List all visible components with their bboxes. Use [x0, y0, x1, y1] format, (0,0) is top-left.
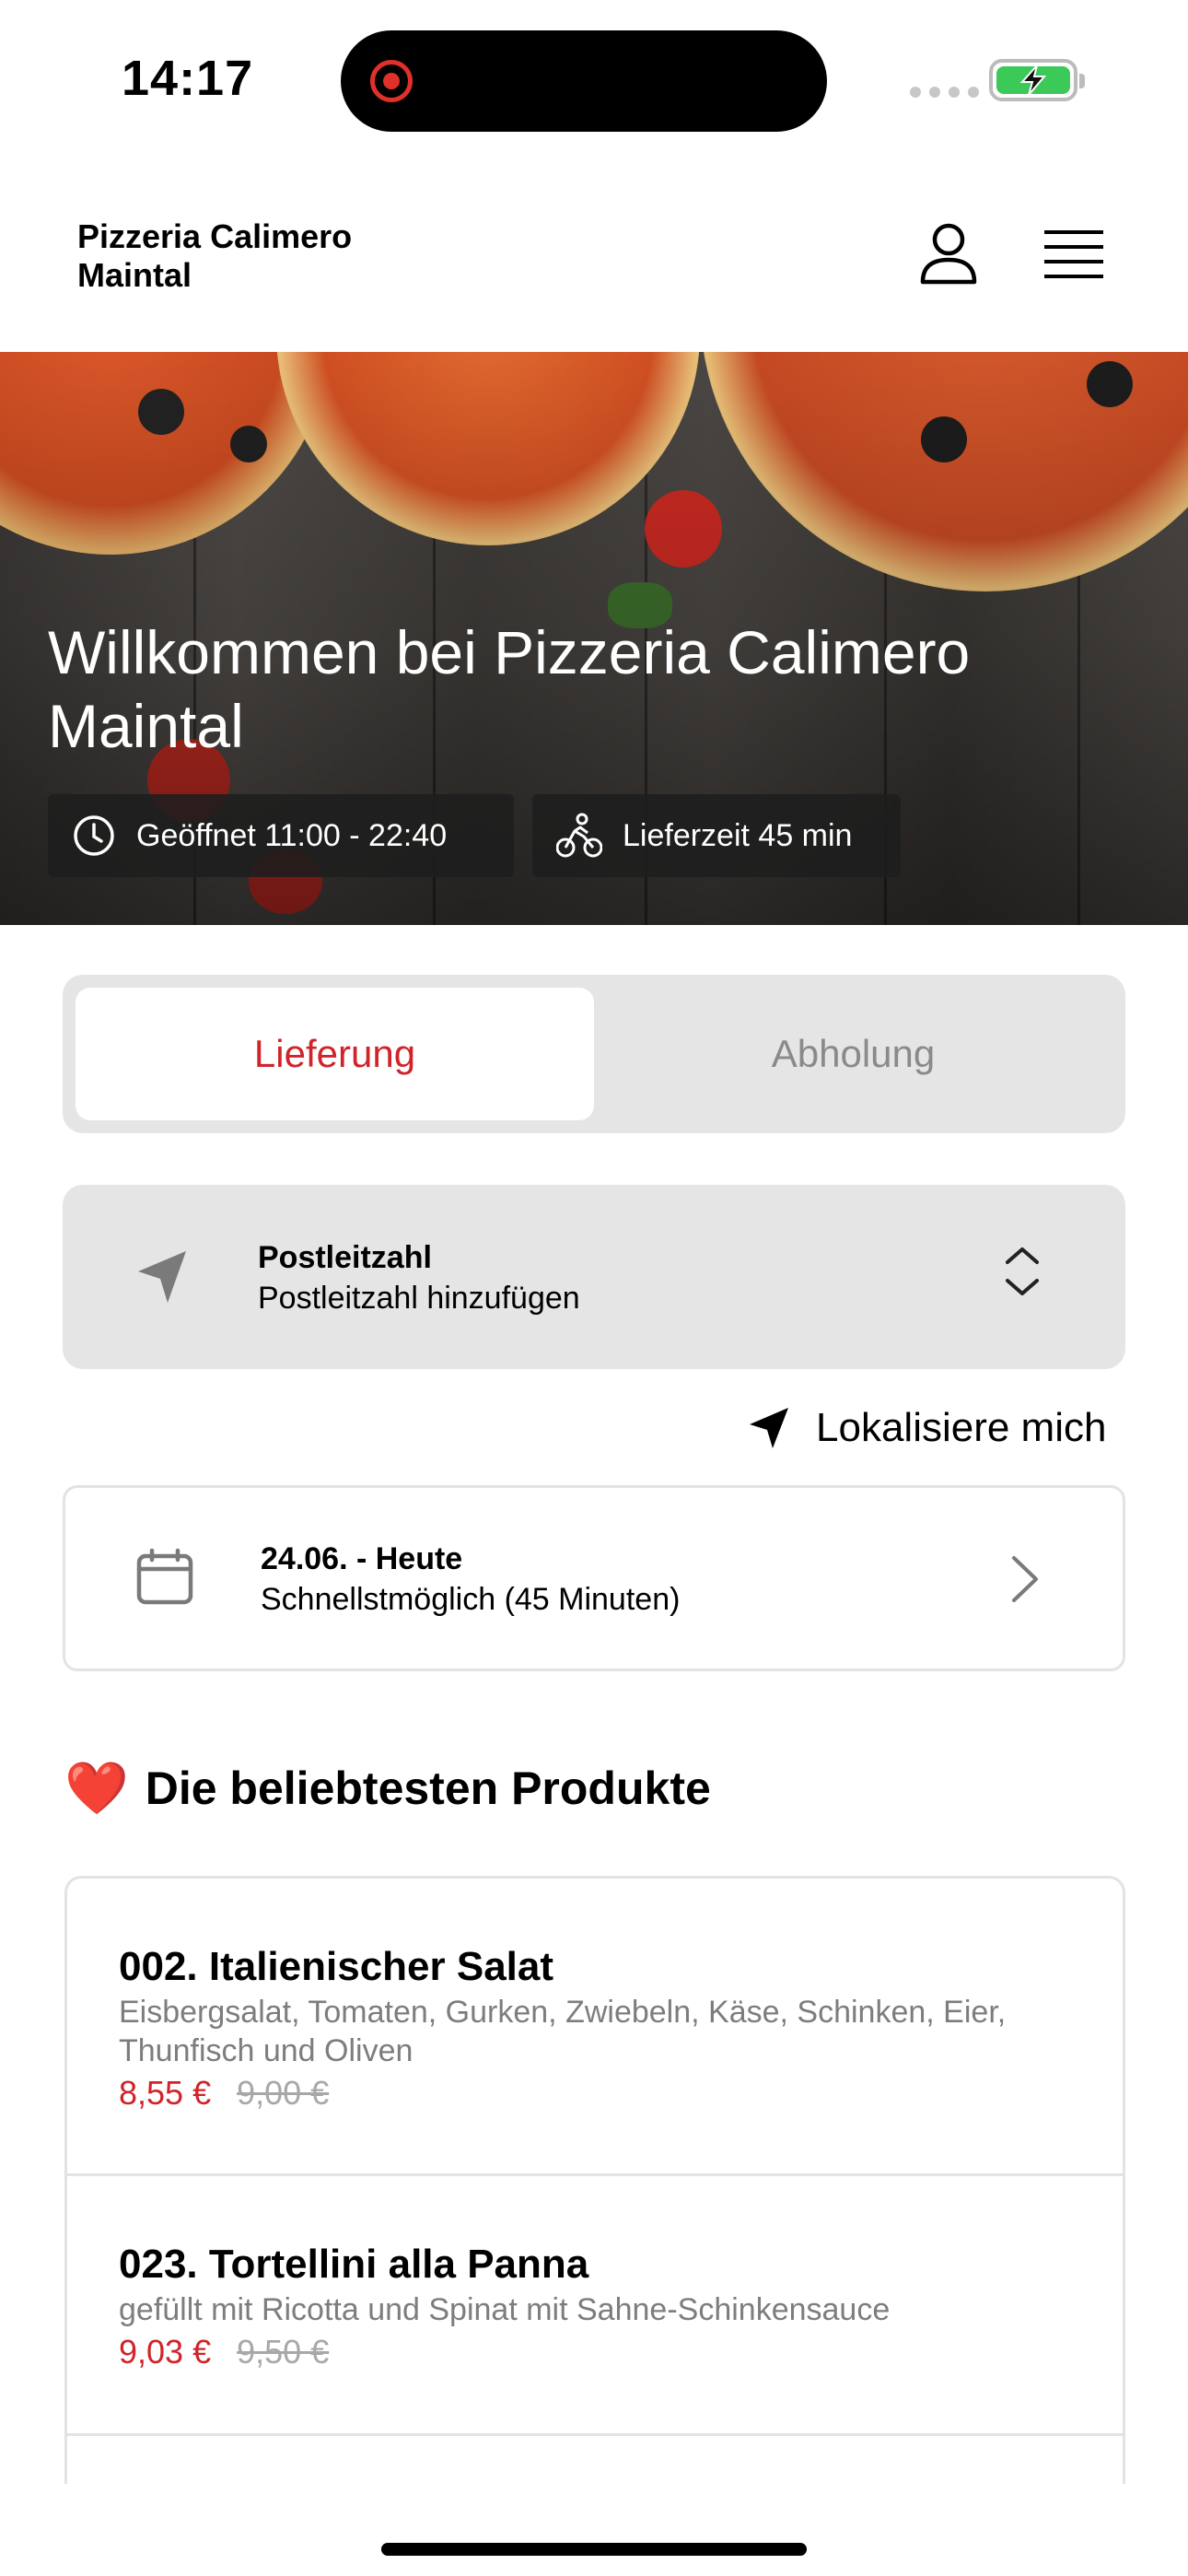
home-indicator[interactable] — [381, 2543, 807, 2556]
calendar-icon — [136, 1548, 193, 1605]
product-description: gefüllt mit Ricotta und Spinat mit Sahne… — [119, 2292, 891, 2327]
recording-indicator-icon — [370, 60, 413, 102]
chevron-right-icon — [1012, 1556, 1038, 1602]
app-header: Pizzeria Calimero Maintal — [0, 157, 1188, 352]
hamburger-menu-icon[interactable] — [1042, 228, 1105, 280]
postal-code-value: Postleitzahl hinzufügen — [258, 1281, 580, 1316]
delivery-date-label: 24.06. - Heute — [261, 1541, 463, 1576]
product-item[interactable]: 002. Italienischer Salat Eisbergsalat, T… — [67, 1879, 1123, 2176]
product-name: 002. Italienischer Salat — [119, 1944, 554, 1989]
product-price: 9,03 € — [119, 2333, 212, 2371]
product-item[interactable]: 023. Tortellini alla Panna gefüllt mit R… — [67, 2176, 1123, 2436]
clock-icon — [74, 815, 114, 856]
product-price: 8,55 € — [119, 2074, 212, 2112]
delivery-time-badge: Lieferzeit 45 min — [532, 794, 901, 877]
tab-pickup[interactable]: Abholung — [594, 988, 1112, 1120]
battery-charging-icon — [989, 59, 1085, 101]
dynamic-island — [341, 30, 827, 132]
product-old-price: 9,00 € — [237, 2074, 330, 2112]
opening-hours-text: Geöffnet 11:00 - 22:40 — [136, 817, 448, 853]
delivery-time-value: Schnellstmöglich (45 Minuten) — [261, 1582, 681, 1617]
delivery-date-selector[interactable]: 24.06. - Heute Schnellstmöglich (45 Minu… — [63, 1485, 1125, 1671]
hero-title: Willkommen bei Pizzeria Calimero Maintal — [48, 618, 971, 760]
status-bar: 14:17 — [0, 0, 1188, 157]
order-mode-toggle: Lieferung Abholung — [63, 975, 1125, 1133]
postal-code-selector[interactable]: Postleitzahl Postleitzahl hinzufügen — [63, 1185, 1125, 1369]
popular-products-title: Die beliebtesten Produkte — [145, 1762, 711, 1814]
chevron-up-down-icon — [1006, 1247, 1039, 1295]
cellular-signal-icon — [910, 87, 979, 98]
tab-delivery[interactable]: Lieferung — [76, 988, 594, 1120]
locate-me-button[interactable]: Lokalisiere mich — [748, 1399, 1106, 1458]
popular-products-heading: ❤️ Die beliebtesten Produkte — [64, 1762, 711, 1815]
product-old-price: 9,50 € — [237, 2333, 330, 2371]
product-name: 023. Tortellini alla Panna — [119, 2242, 589, 2287]
account-icon[interactable] — [917, 221, 980, 287]
restaurant-name[interactable]: Pizzeria Calimero Maintal — [77, 217, 446, 295]
location-arrow-icon — [138, 1251, 186, 1303]
postal-code-label: Postleitzahl — [258, 1240, 432, 1275]
heart-icon: ❤️ — [64, 1759, 129, 1817]
delivery-time-text: Lieferzeit 45 min — [623, 817, 853, 853]
bike-courier-icon — [556, 813, 602, 858]
status-time: 14:17 — [122, 51, 254, 106]
hero-banner: Willkommen bei Pizzeria Calimero Maintal… — [0, 352, 1188, 925]
location-arrow-icon — [750, 1408, 788, 1448]
locate-me-label: Lokalisiere mich — [816, 1405, 1107, 1450]
product-list: 002. Italienischer Salat Eisbergsalat, T… — [64, 1876, 1125, 2484]
product-description: Eisbergsalat, Tomaten, Gurken, Zwiebeln,… — [119, 1995, 1007, 2068]
opening-hours-badge: Geöffnet 11:00 - 22:40 — [48, 794, 514, 877]
